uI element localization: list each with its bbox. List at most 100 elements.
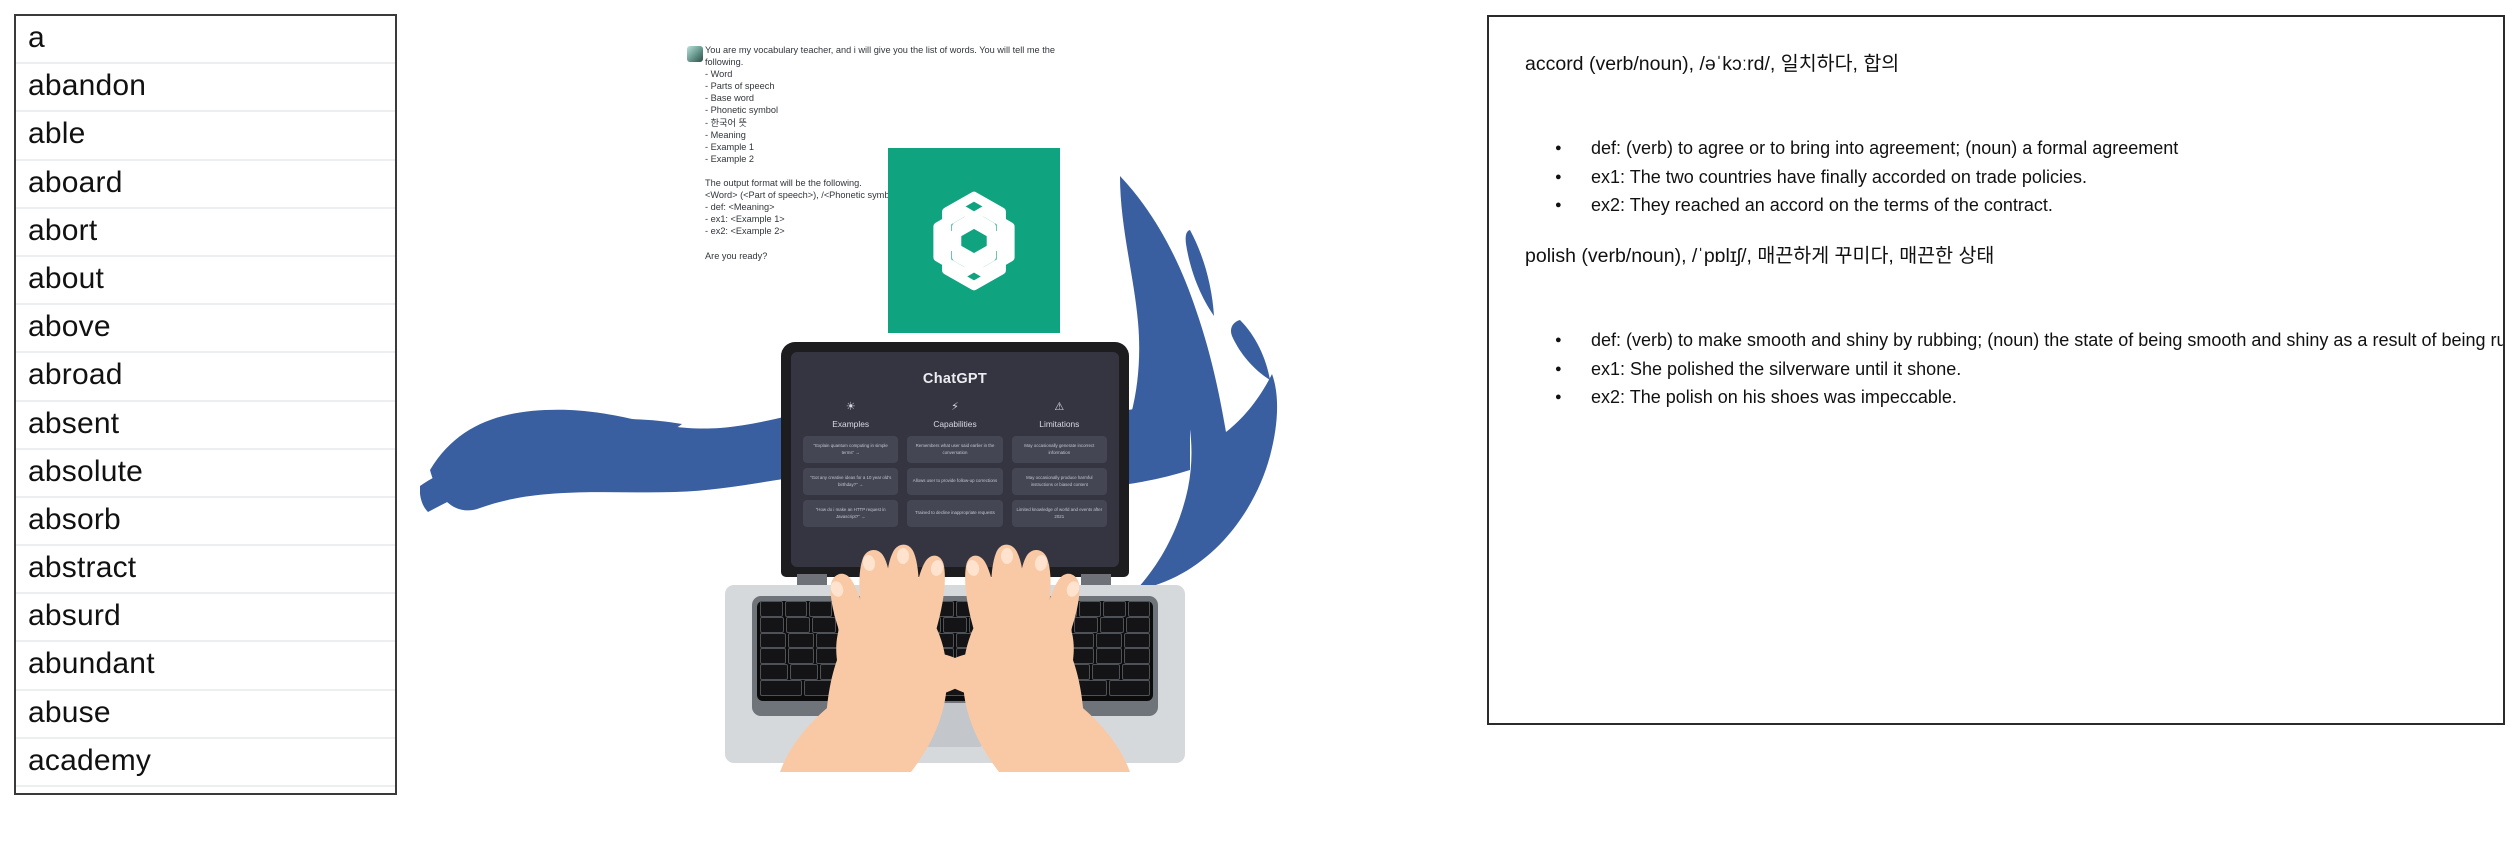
keyboard-key[interactable] bbox=[788, 632, 814, 649]
screen-card[interactable]: "Explain quantum computing in simple ter… bbox=[803, 436, 899, 463]
keyboard-key[interactable] bbox=[984, 648, 1010, 665]
keyboard-key[interactable] bbox=[1108, 679, 1151, 696]
keyboard-key[interactable] bbox=[1091, 664, 1120, 680]
keyboard-key[interactable] bbox=[1054, 601, 1077, 617]
keyboard-key[interactable] bbox=[1127, 601, 1150, 617]
word-list-item[interactable]: abroad bbox=[16, 353, 395, 402]
keyboard-key[interactable] bbox=[956, 648, 982, 665]
word-list-item[interactable]: a bbox=[16, 16, 395, 65]
keyboard-key[interactable] bbox=[809, 601, 832, 617]
word-list-item[interactable]: abundant bbox=[16, 642, 395, 691]
keyboard-key[interactable] bbox=[760, 664, 789, 680]
keyboard-key[interactable] bbox=[760, 632, 786, 649]
keyboard-key[interactable] bbox=[1047, 616, 1072, 633]
keyboard-key[interactable] bbox=[900, 632, 926, 649]
keyboard-key[interactable] bbox=[760, 648, 786, 665]
keyboard-key[interactable] bbox=[833, 601, 856, 617]
keyboard-key[interactable] bbox=[940, 664, 970, 680]
keyboard-key[interactable] bbox=[1096, 648, 1122, 665]
keyboard-key[interactable] bbox=[910, 664, 939, 680]
keyboard-key[interactable] bbox=[1064, 679, 1107, 696]
keyboard-key[interactable] bbox=[803, 679, 846, 696]
keyboard-key[interactable] bbox=[1061, 664, 1090, 680]
keyboard-key[interactable] bbox=[784, 601, 807, 617]
keyboard-key[interactable] bbox=[788, 648, 814, 665]
screen-card[interactable]: "Got any creative ideas for a 10 year ol… bbox=[803, 468, 899, 495]
screen-card[interactable]: Remembers what user said earlier in the … bbox=[907, 436, 1003, 463]
keyboard-key[interactable] bbox=[1073, 616, 1098, 633]
keyboard-key[interactable] bbox=[844, 648, 870, 665]
keyboard-key[interactable] bbox=[812, 616, 837, 633]
keyboard-key[interactable] bbox=[977, 679, 1020, 696]
screen-card[interactable]: Trained to decline inappropriate request… bbox=[907, 500, 1003, 527]
keyboard-key[interactable] bbox=[844, 632, 870, 649]
word-list-item[interactable]: absorb bbox=[16, 498, 395, 547]
keyboard-key[interactable] bbox=[882, 601, 905, 617]
keyboard-key[interactable] bbox=[980, 601, 1003, 617]
screen-card[interactable]: "How do i make an HTTP request in Javasc… bbox=[803, 500, 899, 527]
keyboard-key[interactable] bbox=[760, 679, 802, 696]
word-list-item[interactable]: aboard bbox=[16, 161, 395, 209]
keyboard-key[interactable] bbox=[850, 664, 879, 680]
laptop-trackpad[interactable] bbox=[873, 703, 983, 747]
word-list-item[interactable]: abort bbox=[16, 209, 395, 257]
word-list-item[interactable]: academy bbox=[16, 739, 395, 787]
keyboard-key[interactable] bbox=[928, 648, 954, 665]
keyboard-key[interactable] bbox=[971, 664, 1000, 680]
keyboard-key[interactable] bbox=[1001, 664, 1030, 680]
keyboard-key[interactable] bbox=[880, 664, 909, 680]
keyboard-key[interactable] bbox=[1068, 648, 1094, 665]
keyboard-key[interactable] bbox=[1103, 601, 1126, 617]
word-list-item[interactable]: absurd bbox=[16, 594, 395, 643]
word-list-item[interactable]: abstract bbox=[16, 787, 395, 793]
word-list-item[interactable]: able bbox=[16, 112, 395, 161]
word-list-item[interactable]: about bbox=[16, 257, 395, 306]
laptop-keyboard[interactable] bbox=[757, 601, 1153, 701]
word-list-item[interactable]: absent bbox=[16, 402, 395, 450]
keyboard-key[interactable] bbox=[931, 601, 954, 617]
keyboard-key[interactable] bbox=[1078, 601, 1101, 617]
word-list-item[interactable]: abandon bbox=[16, 64, 395, 113]
keyboard-key[interactable] bbox=[786, 616, 811, 633]
keyboard-key[interactable] bbox=[858, 601, 881, 617]
keyboard-key[interactable] bbox=[790, 664, 819, 680]
keyboard-key[interactable] bbox=[969, 616, 994, 633]
definition-output-panel[interactable]: accord (verb/noun), /əˈkɔːrd/, 일치하다, 합의 … bbox=[1487, 15, 2505, 725]
keyboard-key[interactable] bbox=[916, 616, 941, 633]
keyboard-key[interactable] bbox=[1031, 664, 1060, 680]
keyboard-key[interactable] bbox=[984, 632, 1010, 649]
keyboard-key[interactable] bbox=[1124, 632, 1150, 649]
keyboard-key[interactable] bbox=[1068, 632, 1094, 649]
keyboard-key[interactable] bbox=[820, 664, 849, 680]
keyboard-key[interactable] bbox=[1125, 616, 1151, 633]
screen-card[interactable]: Limited knowledge of world and events af… bbox=[1011, 500, 1107, 527]
screen-card[interactable]: May occasionally generate incorrect info… bbox=[1011, 436, 1107, 463]
keyboard-key[interactable] bbox=[872, 648, 898, 665]
keyboard-key[interactable] bbox=[1124, 648, 1150, 665]
keyboard-key[interactable] bbox=[1121, 664, 1151, 680]
keyboard-key[interactable] bbox=[995, 616, 1020, 633]
keyboard-key[interactable] bbox=[956, 601, 979, 617]
keyboard-key[interactable] bbox=[1012, 648, 1038, 665]
keyboard-key[interactable] bbox=[760, 601, 783, 617]
keyboard-key[interactable] bbox=[1040, 648, 1066, 665]
keyboard-key[interactable] bbox=[934, 679, 976, 696]
word-list-item[interactable]: above bbox=[16, 305, 395, 354]
keyboard-key[interactable] bbox=[760, 616, 785, 633]
keyboard-key[interactable] bbox=[816, 632, 842, 649]
keyboard-key[interactable] bbox=[1005, 601, 1028, 617]
keyboard-key[interactable] bbox=[1099, 616, 1124, 633]
word-list-item[interactable]: abuse bbox=[16, 691, 395, 739]
keyboard-key[interactable] bbox=[928, 632, 954, 649]
keyboard-key[interactable] bbox=[1029, 601, 1052, 617]
word-list-item[interactable]: abstract bbox=[16, 546, 395, 595]
keyboard-key[interactable] bbox=[1012, 632, 1038, 649]
screen-card[interactable]: Allows user to provide follow-up correct… bbox=[907, 468, 1003, 495]
keyboard-key[interactable] bbox=[1021, 616, 1046, 633]
keyboard-key[interactable] bbox=[872, 632, 898, 649]
keyboard-key[interactable] bbox=[1040, 632, 1066, 649]
keyboard-key[interactable] bbox=[890, 679, 933, 696]
vocabulary-word-list-panel[interactable]: a abandon able aboard abort about above abroad a… bbox=[14, 14, 397, 795]
keyboard-key[interactable] bbox=[1021, 679, 1063, 696]
keyboard-key[interactable] bbox=[1096, 632, 1122, 649]
